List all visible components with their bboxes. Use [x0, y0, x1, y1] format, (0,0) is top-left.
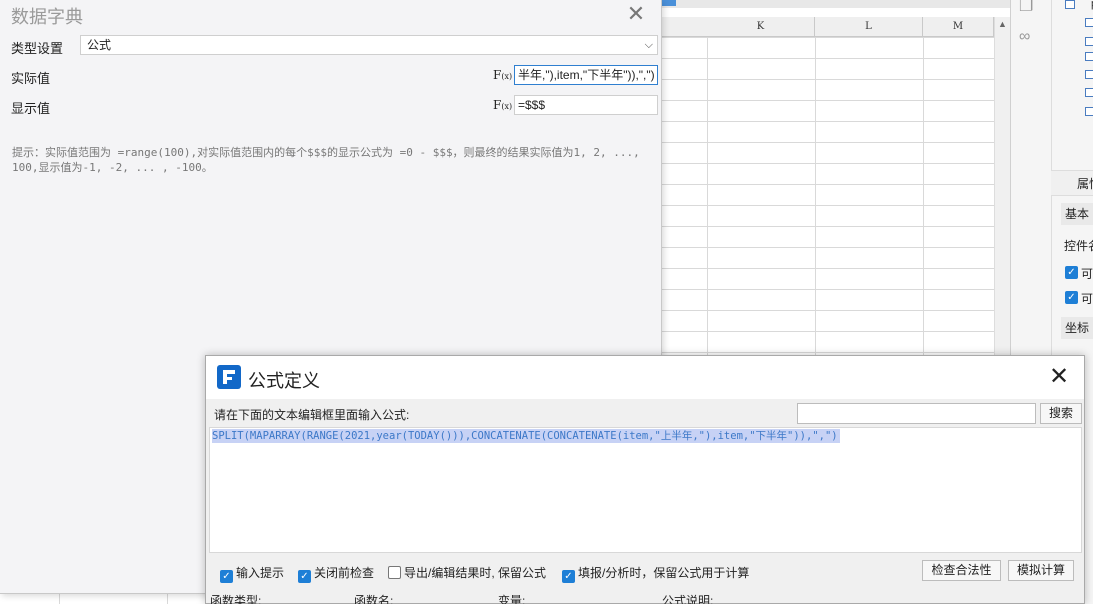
simulate-calc-button[interactable]: 模拟计算: [1008, 560, 1074, 581]
checkbox-unchecked-icon[interactable]: [388, 566, 401, 579]
checkbox-checked-icon[interactable]: ✓: [220, 570, 233, 583]
sheet-tab-strip: [662, 0, 1010, 8]
checkbox-checked-icon[interactable]: ✓: [562, 570, 575, 583]
display-value-input[interactable]: =$$$: [514, 95, 658, 115]
type-setting-label: 类型设置: [11, 41, 64, 56]
link-icon[interactable]: ∞: [1019, 28, 1030, 46]
option-input-hint[interactable]: ✓ 输入提示: [220, 564, 284, 583]
section-coordinates[interactable]: 坐标: [1061, 317, 1093, 339]
column-header-m[interactable]: M: [923, 17, 994, 37]
function-type-header: 函数类型:: [210, 594, 262, 604]
formula-text[interactable]: SPLIT(MAPARRAY(RANGE(2021,year(TODAY()))…: [212, 429, 840, 443]
app-logo-icon: [217, 365, 241, 389]
active-tab-indicator: [662, 0, 676, 6]
control-name-label: 控件名: [1064, 239, 1093, 253]
option-label: 填报/分析时，保留公式用于计算: [578, 566, 750, 580]
display-value-label: 显示值: [11, 101, 51, 116]
tree-child-icon[interactable]: [1085, 70, 1093, 79]
checkbox-checked-icon[interactable]: ✓: [298, 570, 311, 583]
dialog-title: 数据字典: [11, 7, 83, 27]
search-button[interactable]: 搜索: [1040, 403, 1082, 424]
tree-child-icon[interactable]: [1085, 37, 1093, 46]
formula-fx-icon[interactable]: F(x): [493, 98, 512, 112]
tree-child-icon[interactable]: [1085, 107, 1093, 116]
section-basic[interactable]: 基本: [1061, 203, 1093, 225]
close-icon[interactable]: ✕: [1046, 364, 1072, 390]
tree-child-icon[interactable]: [1085, 18, 1093, 27]
property-checkbox[interactable]: ✓: [1065, 291, 1078, 304]
actual-value-label: 实际值: [11, 71, 51, 86]
tree-child-icon[interactable]: [1085, 52, 1093, 61]
type-select[interactable]: 公式 ⌵: [80, 35, 658, 55]
variable-header: 变量:: [498, 594, 526, 604]
option-keep-formula-fill[interactable]: ✓ 填报/分析时，保留公式用于计算: [562, 564, 749, 583]
column-header-k[interactable]: K: [707, 17, 815, 37]
formula-editor[interactable]: SPLIT(MAPARRAY(RANGE(2021,year(TODAY()))…: [209, 427, 1082, 553]
option-check-before-close[interactable]: ✓ 关闭前检查: [298, 564, 374, 583]
tab-properties[interactable]: 属性: [1051, 170, 1093, 196]
check-validity-button[interactable]: 检查合法性: [922, 560, 1001, 581]
option-label: 导出/编辑结果时, 保留公式: [404, 566, 547, 580]
dialog-title: 公式定义: [248, 371, 320, 391]
property-checkbox[interactable]: ✓: [1065, 266, 1078, 279]
option-label: 输入提示: [236, 566, 285, 580]
actual-value-input[interactable]: 半年,"),item,"下半年")),","): [514, 65, 658, 85]
layers-icon[interactable]: ❐: [1019, 0, 1033, 16]
scroll-up-icon[interactable]: ▲: [998, 19, 1007, 29]
formula-prompt: 请在下面的文本编辑框里面输入公式:: [214, 408, 410, 422]
formula-description-header: 公式说明:: [662, 594, 714, 604]
dialog-titlebar: 公式定义 ✕: [206, 356, 1084, 399]
function-name-header: 函数名:: [354, 594, 394, 604]
close-icon[interactable]: ✕: [624, 2, 648, 26]
formula-fx-icon[interactable]: F(x): [493, 68, 512, 82]
type-select-value: 公式: [87, 38, 112, 52]
property-checkbox-label: 可: [1081, 292, 1093, 306]
formula-definition-dialog: 公式定义 ✕ 请在下面的文本编辑框里面输入公式: 搜索 SPLIT(MAPARR…: [205, 355, 1085, 604]
tree-child-icon[interactable]: [1085, 88, 1093, 97]
column-header-l[interactable]: L: [815, 17, 923, 37]
function-search-input[interactable]: [797, 403, 1036, 424]
hint-text: 提示：实际值范围为 =range(100),对实际值范围内的每个$$$的显示公式…: [12, 146, 640, 174]
option-keep-formula-export[interactable]: 导出/编辑结果时, 保留公式: [388, 564, 546, 581]
property-checkbox-label: 可: [1081, 267, 1093, 281]
tree-node-icon[interactable]: [1065, 0, 1075, 9]
option-label: 关闭前检查: [314, 566, 375, 580]
chevron-down-icon[interactable]: ⌵: [645, 36, 653, 54]
